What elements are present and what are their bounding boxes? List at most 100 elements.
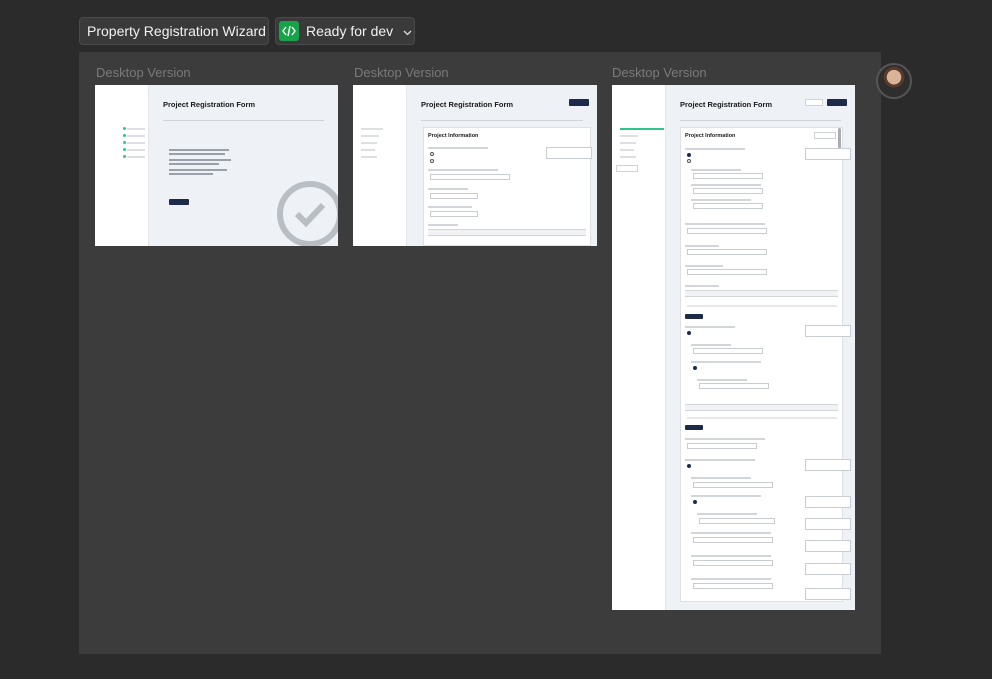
sidebar-item (357, 140, 403, 144)
field-label (685, 459, 755, 461)
radio-yes[interactable] (430, 152, 434, 156)
notes-box[interactable] (805, 496, 851, 508)
field-label (691, 344, 731, 346)
text-field[interactable] (693, 173, 763, 179)
field-label (697, 379, 747, 381)
text-line (169, 153, 225, 155)
frame-label-3[interactable]: Desktop Version (612, 65, 707, 80)
form-title: Project Registration Form (680, 100, 773, 109)
field-label (685, 438, 765, 440)
frame-desktop-confirmation[interactable]: Project Registration Form (95, 85, 338, 246)
frame-desktop-project-info[interactable]: Project Registration Form Project Inform… (353, 85, 597, 246)
text-field[interactable] (430, 211, 478, 217)
radio-no[interactable] (430, 159, 434, 163)
step-indicator (421, 113, 583, 121)
add-row-button[interactable] (685, 314, 703, 319)
sidebar-item (99, 154, 145, 158)
code-icon (279, 21, 299, 41)
frame-label-2[interactable]: Desktop Version (354, 65, 449, 80)
notes-box[interactable] (805, 148, 851, 160)
field-label (691, 578, 771, 580)
status-label: Ready for dev (306, 23, 394, 39)
sidebar-item (357, 133, 403, 137)
upload-field[interactable] (693, 188, 763, 194)
add-row-button[interactable] (685, 425, 703, 430)
sidebar-item (616, 140, 662, 144)
sidebar (95, 85, 149, 246)
chevron-down-icon (403, 23, 412, 39)
upload-field[interactable] (693, 583, 773, 589)
table-row (687, 417, 837, 419)
notes-box[interactable] (805, 325, 851, 337)
sidebar-item (616, 154, 662, 158)
upload-field[interactable] (687, 443, 757, 449)
upload-field[interactable] (693, 482, 773, 488)
radio-yes[interactable] (687, 464, 691, 468)
sidebar-item (99, 133, 145, 137)
upload-field[interactable] (693, 560, 773, 566)
table-row (687, 305, 837, 307)
form-card: Project Information (423, 127, 592, 246)
back-button[interactable] (805, 99, 823, 106)
text-field[interactable] (430, 193, 478, 199)
sidebar-item (616, 133, 662, 137)
collaborator-avatar[interactable] (876, 63, 912, 99)
upload-field[interactable] (699, 383, 769, 389)
notes-box[interactable] (805, 540, 851, 552)
text-field[interactable] (693, 348, 763, 354)
sidebar-item (357, 147, 403, 151)
field-label (691, 361, 761, 363)
file-title: Property Registration Wizard (87, 23, 266, 39)
sidebar-item (616, 147, 662, 151)
sidebar-item (99, 147, 145, 151)
primary-button[interactable] (169, 199, 189, 205)
sidebar (612, 85, 666, 610)
upload-field[interactable] (699, 518, 775, 524)
sidebar-item (357, 154, 403, 158)
field-label (428, 224, 458, 226)
next-button[interactable] (569, 99, 589, 106)
field-label (685, 245, 719, 247)
text-line (169, 159, 231, 161)
radio-yes[interactable] (687, 153, 691, 157)
radio-yes[interactable] (693, 366, 697, 370)
text-line (169, 169, 227, 171)
sidebar-item (616, 126, 664, 130)
radio-no[interactable] (687, 159, 691, 163)
field-label (685, 265, 723, 267)
notes-box[interactable] (805, 518, 851, 530)
field-label (691, 184, 761, 186)
section-title: Project Information (428, 133, 479, 139)
upload-field[interactable] (693, 537, 773, 543)
frame-main: Project Registration Form (149, 85, 338, 246)
frame-desktop-project-info-long[interactable]: Project Registration Form Project Inform… (612, 85, 855, 610)
sidebar-item (99, 126, 145, 130)
next-button[interactable] (827, 99, 847, 106)
file-title-chip[interactable]: Property Registration Wizard (79, 17, 269, 45)
notes-box[interactable] (805, 459, 851, 471)
table-header (685, 290, 838, 297)
sidebar-item (99, 140, 145, 144)
field-label (691, 169, 741, 171)
notes-box[interactable] (805, 563, 851, 575)
text-line (169, 149, 229, 151)
status-dropdown[interactable]: Ready for dev (275, 17, 415, 45)
radio-yes[interactable] (693, 500, 697, 504)
notes-box[interactable] (805, 588, 851, 600)
text-field[interactable] (687, 269, 767, 275)
save-draft-button[interactable] (814, 132, 836, 139)
field-label (691, 495, 761, 497)
save-draft-button[interactable] (616, 165, 638, 172)
field-label (691, 199, 751, 201)
field-label (691, 532, 771, 534)
frame-label-1[interactable]: Desktop Version (96, 65, 191, 80)
upload-field[interactable] (430, 174, 510, 180)
field-label (428, 169, 498, 171)
text-field[interactable] (687, 249, 767, 255)
upload-field[interactable] (687, 228, 767, 234)
radio-yes[interactable] (687, 331, 691, 335)
notes-box[interactable] (546, 147, 592, 159)
form-title: Project Registration Form (421, 100, 514, 109)
text-field[interactable] (693, 203, 763, 209)
field-label (685, 148, 745, 150)
